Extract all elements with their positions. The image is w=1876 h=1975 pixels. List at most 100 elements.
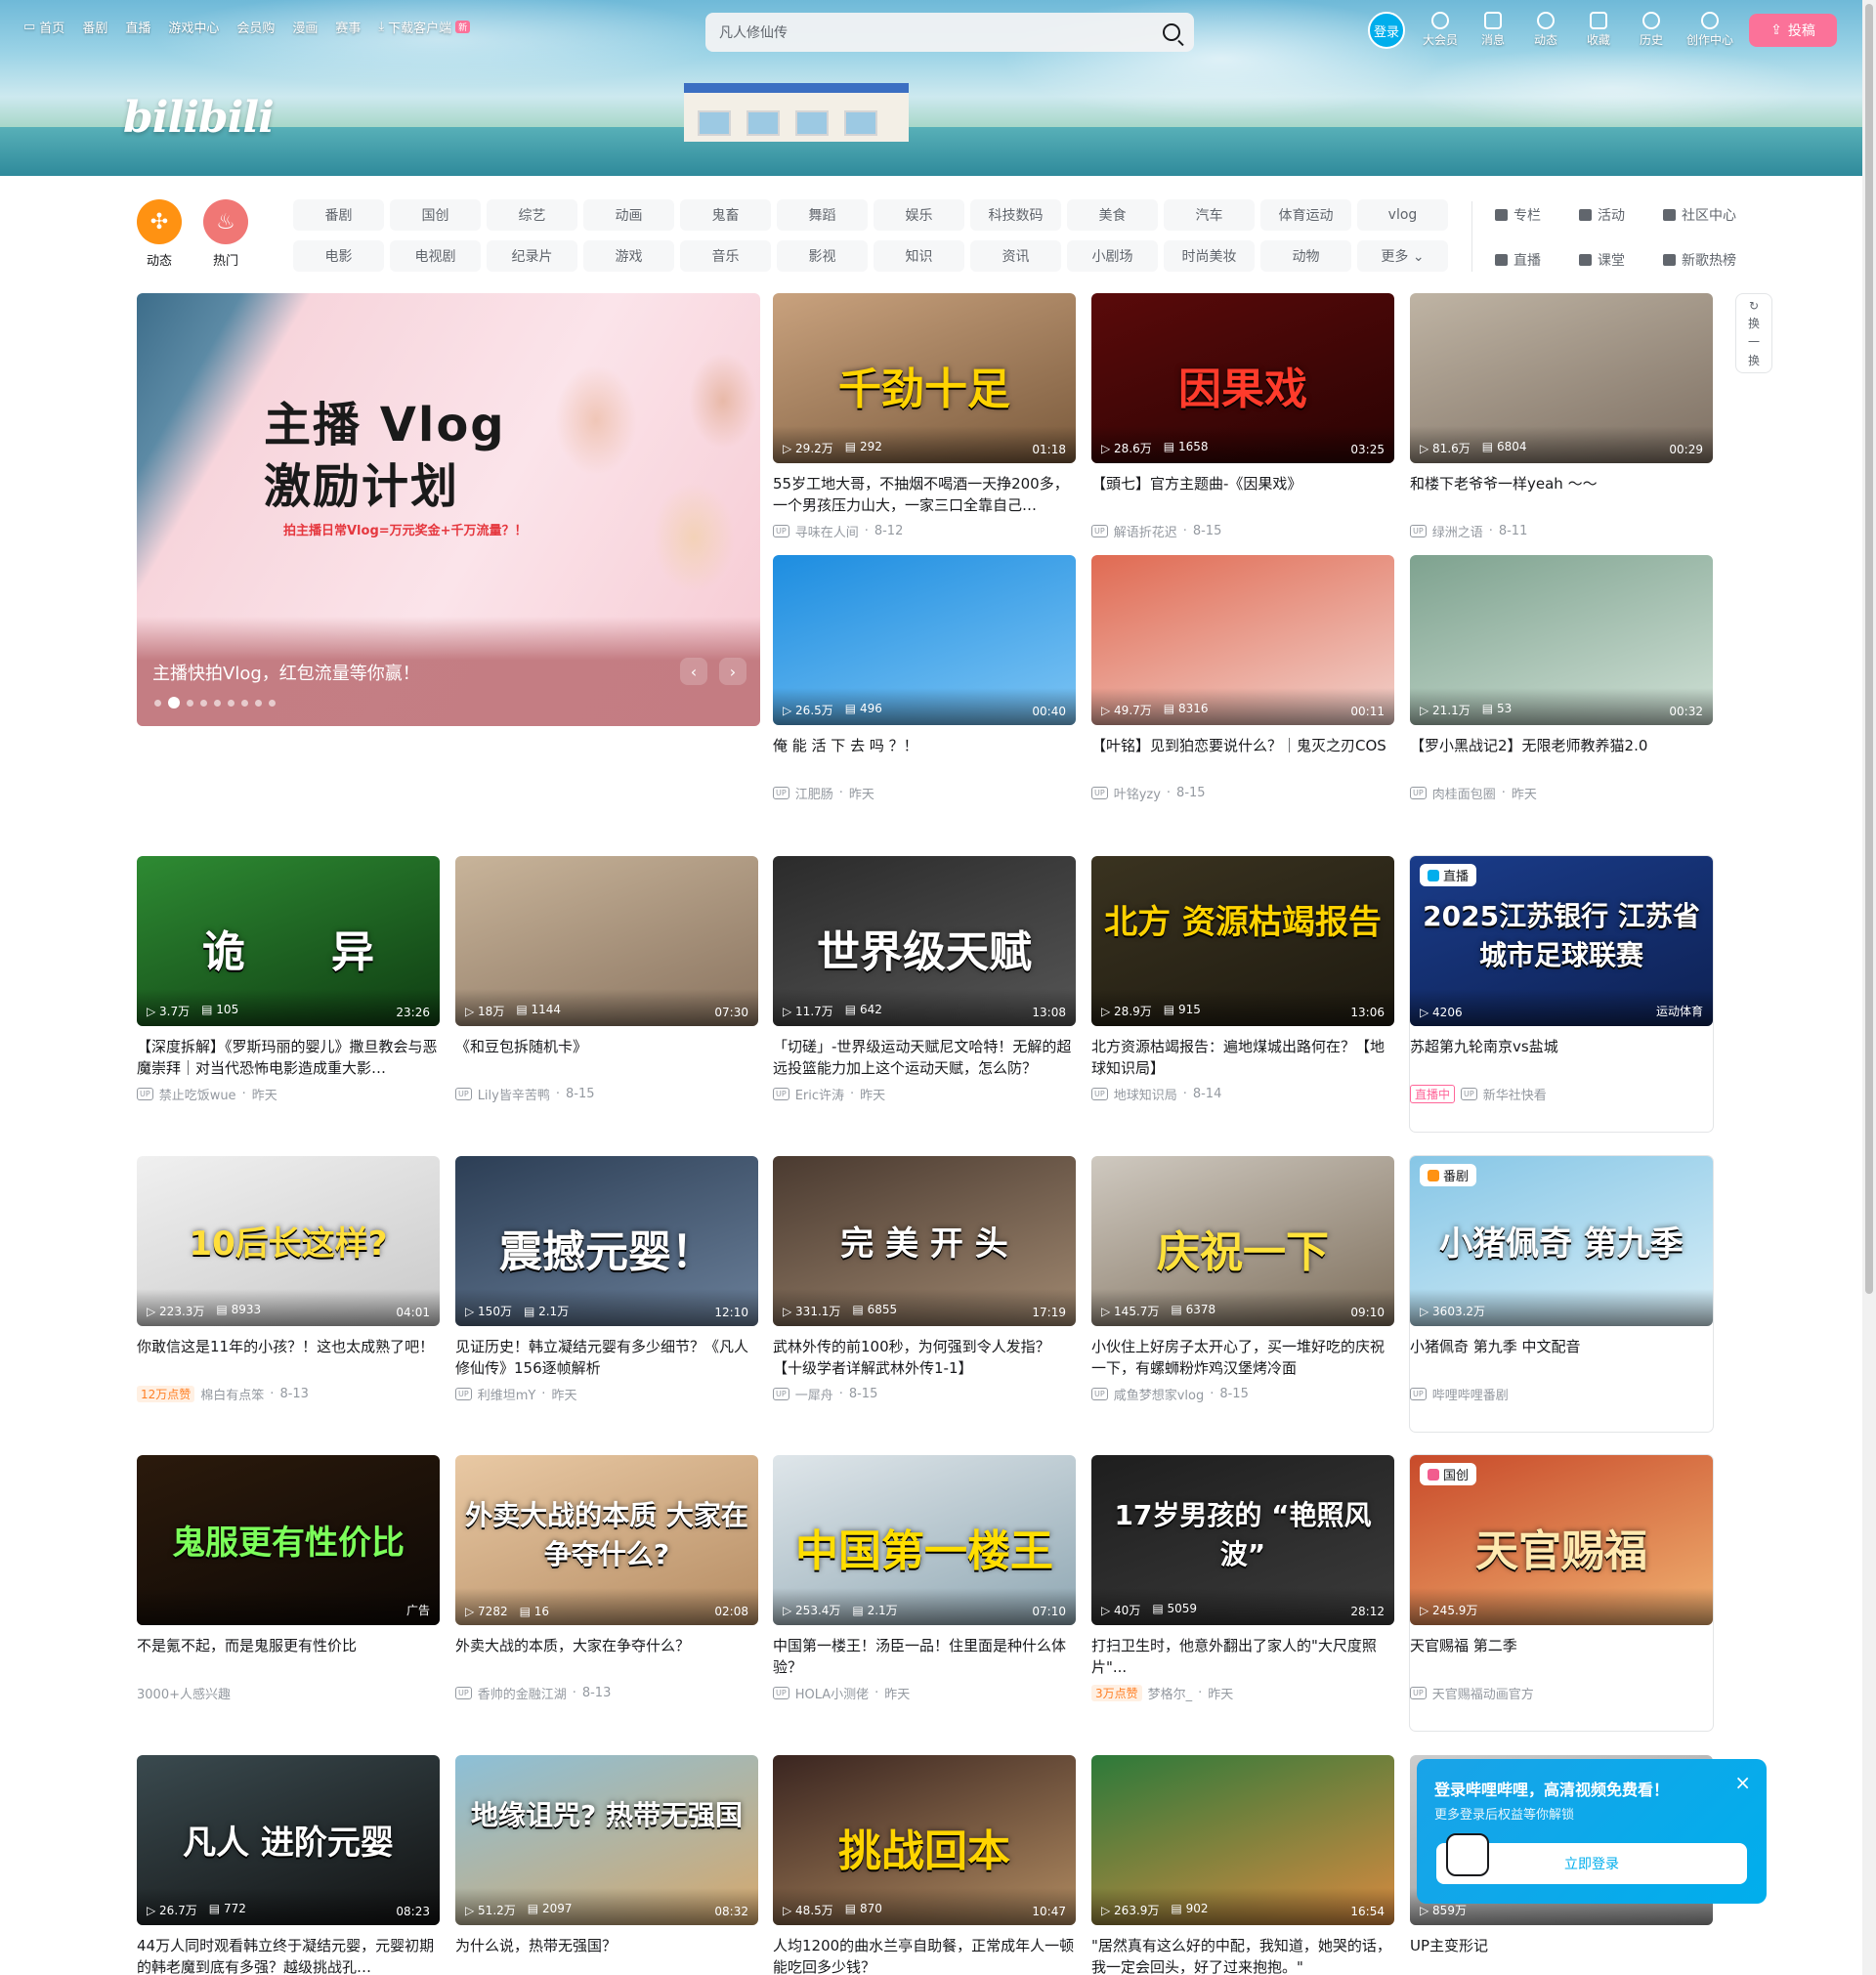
channel-chip[interactable]: 音乐 [680,240,771,272]
video-title[interactable]: 俺 能 活 下 去 吗 ？！ [773,735,1076,778]
video-thumbnail[interactable]: 诡 异 ▷ 3.7万 ▤ 105 23:26 [137,856,440,1026]
carousel-dot[interactable] [214,699,221,707]
video-title[interactable]: 《和豆包拆随机卡》 [455,1036,758,1079]
channel-chip[interactable]: vlog [1357,199,1448,231]
video-thumbnail[interactable]: 17岁男孩的 “艳照风波” ▷ 40万 ▤ 5059 28:12 [1091,1455,1394,1625]
link-column[interactable]: 专栏 [1495,201,1573,229]
channel-chip[interactable]: 纪录片 [487,240,577,272]
video-thumbnail[interactable]: ▷ 49.7万 ▤ 8316 00:11 [1091,555,1394,725]
video-title[interactable]: 不是氪不起，而是鬼服更有性价比 [137,1635,440,1678]
carousel-dot[interactable] [154,699,161,707]
video-card[interactable]: 地缘诅咒? 热带无强国 ▷ 51.2万 ▤ 2097 08:32 为什么说，热带无强国？ [455,1755,758,1975]
channel-chip[interactable]: 动画 [583,199,674,231]
video-title[interactable]: 55岁工地大哥，不抽烟不喝酒一天挣200多，一个男孩压力山大，一家三口全靠自己… [773,473,1076,516]
video-thumbnail[interactable]: 天官赐福 国创 ▷ 245.9万 [1410,1455,1713,1625]
link-community[interactable]: 社区中心 [1663,201,1741,229]
video-card[interactable]: 鬼服更有性价比 广告不是氪不起，而是鬼服更有性价比 3000+人感兴趣 [137,1455,440,1702]
nav-bangumi[interactable]: 番剧 [82,18,107,36]
video-card[interactable]: 诡 异 ▷ 3.7万 ▤ 105 23:26 【深度拆解】《罗斯玛丽的婴儿》撒旦教会与恶… [137,856,440,1103]
uploader-name[interactable]: 梦格尔_ [1148,1684,1193,1702]
video-thumbnail[interactable]: 凡人 进阶元婴 ▷ 26.7万 ▤ 772 08:23 [137,1755,440,1925]
video-thumbnail[interactable]: 2025江苏银行 江苏省城市足球联赛 直播 ▷ 4206 运动体育 [1410,856,1713,1026]
carousel-dot[interactable] [255,699,262,707]
channel-chip[interactable]: 汽车 [1164,199,1255,231]
video-thumbnail[interactable]: 世界级天赋 ▷ 11.7万 ▤ 642 13:08 [773,856,1076,1026]
nav-home[interactable]: ▭ 首页 [23,18,64,36]
video-card[interactable]: 因果戏 ▷ 28.6万 ▤ 1658 03:25 【頭七】官方主题曲-《因果戏》 UP 解语… [1091,293,1394,540]
video-thumbnail[interactable]: ▷ 81.6万 ▤ 6804 00:29 [1410,293,1713,463]
video-thumbnail[interactable]: 外卖大战的本质 大家在争夺什么? ▷ 7282 ▤ 16 02:08 [455,1455,758,1625]
video-title[interactable]: 打扫卫生时，他意外翻出了家人的"大尺度照片"... [1091,1635,1394,1678]
channel-chip[interactable]: 体育运动 [1260,199,1351,231]
video-thumbnail[interactable]: ▷ 26.5万 ▤ 496 00:40 [773,555,1076,725]
uploader-name[interactable]: 肉桂面包圈 [1432,784,1496,802]
video-thumbnail[interactable]: 完 美 开 头 ▷ 331.1万 ▤ 6855 17:19 [773,1156,1076,1326]
video-card[interactable]: ▷ 18万 ▤ 1144 07:30 《和豆包拆随机卡》 UP Lily皆辛苦鸭 · 8-15 [455,856,758,1103]
video-card[interactable]: 挑战回本 ▷ 48.5万 ▤ 870 10:47 人均1200的曲水兰亭自助餐，正常成年… [773,1755,1076,1975]
uploader-name[interactable]: 地球知识局 [1114,1085,1177,1103]
channel-chip[interactable]: 娱乐 [874,199,964,231]
video-thumbnail[interactable]: 10后长这样? ▷ 223.3万 ▤ 8933 04:01 [137,1156,440,1326]
video-card[interactable]: 10后长这样? ▷ 223.3万 ▤ 8933 04:01 你敢信这是11年的小孩？！这… [137,1156,440,1403]
video-thumbnail[interactable]: ▷ 21.1万 ▤ 53 00:32 [1410,555,1713,725]
video-title[interactable]: 见证历史！韩立凝结元婴有多少细节？《凡人修仙传》156逐帧解析 [455,1336,758,1379]
uploader-name[interactable]: 叶铭yzy [1114,784,1161,802]
video-card[interactable]: 震撼元婴！ ▷ 150万 ▤ 2.1万 12:10 见证历史！韩立凝结元婴有多少细节？《… [455,1156,758,1403]
uploader-name[interactable]: Eric许涛 [795,1085,844,1103]
uploader-name[interactable]: 天官赐福动画官方 [1432,1684,1534,1702]
video-title[interactable]: 44万人同时观看韩立终于凝结元婴，元婴初期的韩老魔到底有多强？越级挑战孔… [137,1935,440,1975]
video-card[interactable]: 2025江苏银行 江苏省城市足球联赛 直播 ▷ 4206 运动体育 苏超第九轮南京vs盐… [1410,856,1713,1132]
video-card[interactable]: 中国第一楼王 ▷ 253.4万 ▤ 2.1万 07:10 中国第一楼王！汤臣一品！住里面… [773,1455,1076,1702]
channel-chip[interactable]: 小剧场 [1067,240,1158,272]
video-title[interactable]: 【罗小黑战记2】无限老师教养猫2.0 [1410,735,1713,778]
channel-dynamic[interactable]: ✣ 动态 [137,199,182,269]
nav-download-client[interactable]: ⤓ 下载客户端新 [378,18,471,36]
nav-match[interactable]: 赛事 [335,18,361,36]
channel-chip[interactable]: 更多 ⌄ [1357,240,1448,272]
uploader-name[interactable]: HOLA小测佬 [795,1684,869,1702]
carousel-banner[interactable]: 主播 Vlog 激励计划 拍主播日常Vlog=万元奖金+千万流量？！ 主播快拍V… [137,293,760,726]
channel-chip[interactable]: 游戏 [583,240,674,272]
banner-caption[interactable]: 主播快拍Vlog，红包流量等你赢！ [152,660,420,685]
channel-chip[interactable]: 动物 [1260,240,1351,272]
nav-favorite[interactable]: 收藏 [1581,12,1616,48]
nav-history[interactable]: 历史 [1634,12,1669,48]
bilibili-logo[interactable]: bilibili [123,93,275,143]
uploader-name[interactable]: 香帅的金融江湖 [478,1684,567,1702]
video-card[interactable]: 庆祝一下 ▷ 145.7万 ▤ 6378 09:10 小伙住上好房子太开心了，买一堆好吃… [1091,1156,1394,1403]
refresh-button[interactable]: ↻ 换 一 换 [1735,293,1772,373]
scrollbar[interactable] [1862,0,1876,1975]
video-title[interactable]: 为什么说，热带无强国？ [455,1935,758,1975]
uploader-name[interactable]: 哔哩哔哩番剧 [1432,1385,1509,1403]
video-card[interactable]: ▷ 263.9万 ▤ 902 16:54 "居然真有这么好的中配，我知道，她哭的话，我… [1091,1755,1394,1975]
uploader-name[interactable]: 3000+人感兴趣 [137,1684,231,1702]
channel-chip[interactable]: 鬼畜 [680,199,771,231]
video-title[interactable]: 北方资源枯竭报告：遍地煤城出路何在？【地球知识局】 [1091,1036,1394,1079]
video-thumbnail[interactable]: 小猪佩奇 第九季 番剧 ▷ 3603.2万 [1410,1156,1713,1326]
nav-vip[interactable]: 大会员 [1423,12,1458,48]
carousel-dot[interactable] [200,699,207,707]
video-card[interactable]: 外卖大战的本质 大家在争夺什么? ▷ 7282 ▤ 16 02:08 外卖大战的本质，大… [455,1455,758,1702]
uploader-name[interactable]: 禁止吃饭wue [159,1085,236,1103]
uploader-name[interactable]: 咸鱼梦想家vlog [1114,1385,1205,1403]
nav-manga[interactable]: 漫画 [292,18,318,36]
video-thumbnail[interactable]: 震撼元婴！ ▷ 150万 ▤ 2.1万 12:10 [455,1156,758,1326]
video-card[interactable]: 世界级天赋 ▷ 11.7万 ▤ 642 13:08 「切磋」-世界级运动天赋尼文哈特！无… [773,856,1076,1103]
video-title[interactable]: 天官赐福 第二季 [1410,1635,1713,1678]
carousel-dot[interactable] [241,699,248,707]
video-card[interactable]: ▷ 26.5万 ▤ 496 00:40 俺 能 活 下 去 吗 ？！ UP 江肥肠 · 昨天 [773,555,1076,802]
login-avatar-button[interactable]: 登录 [1368,12,1405,49]
carousel-next-button[interactable]: › [719,658,746,685]
carousel-dot[interactable] [187,699,193,707]
video-title[interactable]: UP主变形记 [1410,1935,1713,1975]
video-card[interactable]: 北方 资源枯竭报告 ▷ 28.9万 ▤ 915 13:06 北方资源枯竭报告：遍地煤城出… [1091,856,1394,1103]
video-card[interactable]: 小猪佩奇 第九季 番剧 ▷ 3603.2万 小猪佩奇 第九季 中文配音 UP 哔哩哔哩番剧 [1410,1156,1713,1432]
nav-game-center[interactable]: 游戏中心 [168,18,219,36]
uploader-name[interactable]: 一犀舟 [795,1385,833,1403]
video-thumbnail[interactable]: 北方 资源枯竭报告 ▷ 28.9万 ▤ 915 13:06 [1091,856,1394,1026]
video-thumbnail[interactable]: 中国第一楼王 ▷ 253.4万 ▤ 2.1万 07:10 [773,1455,1076,1625]
video-title[interactable]: 【叶铭】见到狛恋要说什么？｜鬼灭之刃COS [1091,735,1394,778]
video-thumbnail[interactable]: 鬼服更有性价比 广告 [137,1455,440,1625]
channel-chip[interactable]: 番剧 [293,199,384,231]
channel-chip[interactable]: 影视 [777,240,868,272]
